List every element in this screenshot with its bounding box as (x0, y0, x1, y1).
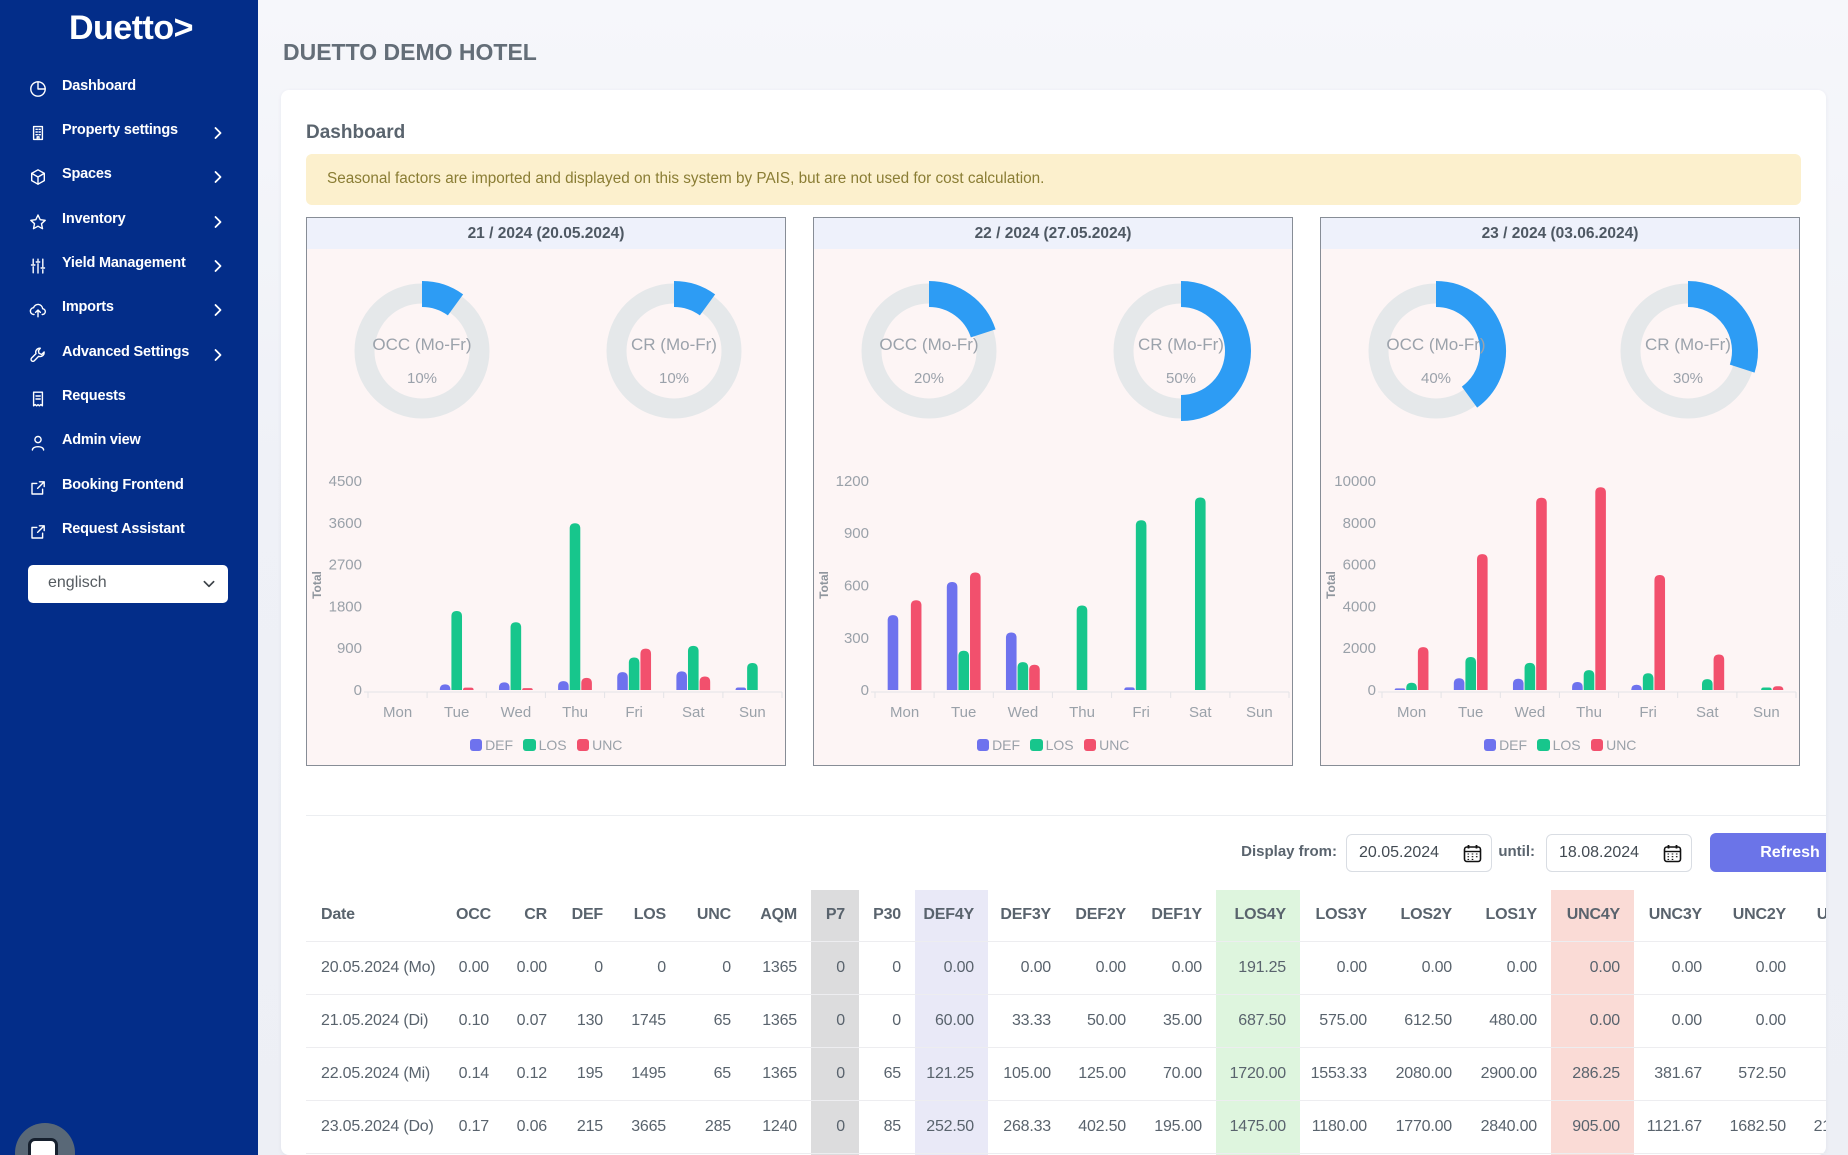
svg-text:Fri: Fri (1132, 704, 1150, 721)
svg-text:8000: 8000 (1343, 515, 1376, 532)
svg-text:3600: 3600 (329, 515, 362, 532)
svg-text:Wed: Wed (501, 704, 532, 721)
svg-text:Total: Total (1324, 571, 1338, 599)
svg-text:0: 0 (1368, 682, 1376, 699)
svg-text:2000: 2000 (1343, 640, 1376, 657)
svg-text:6000: 6000 (1343, 557, 1376, 574)
svg-text:Tue: Tue (444, 704, 469, 721)
svg-text:Tue: Tue (1458, 704, 1483, 721)
svg-text:Fri: Fri (625, 704, 643, 721)
svg-text:Wed: Wed (1515, 704, 1546, 721)
svg-text:Sat: Sat (682, 704, 705, 721)
svg-text:Mon: Mon (383, 704, 412, 721)
svg-text:Thu: Thu (1576, 704, 1602, 721)
svg-text:600: 600 (844, 578, 869, 595)
svg-text:0: 0 (861, 682, 869, 699)
svg-text:Fri: Fri (1639, 704, 1657, 721)
svg-text:Sun: Sun (739, 704, 766, 721)
svg-text:Tue: Tue (951, 704, 976, 721)
svg-text:4500: 4500 (329, 473, 362, 490)
svg-text:Sat: Sat (1696, 704, 1719, 721)
svg-text:Thu: Thu (562, 704, 588, 721)
svg-text:10000: 10000 (1334, 473, 1376, 490)
svg-text:2700: 2700 (329, 557, 362, 574)
svg-text:900: 900 (337, 640, 362, 657)
svg-text:Total: Total (817, 571, 831, 599)
svg-text:300: 300 (844, 630, 869, 647)
svg-text:Wed: Wed (1008, 704, 1039, 721)
svg-text:Mon: Mon (890, 704, 919, 721)
svg-text:1200: 1200 (836, 473, 869, 490)
svg-text:Sat: Sat (1189, 704, 1212, 721)
svg-text:Total: Total (310, 571, 324, 599)
svg-text:900: 900 (844, 525, 869, 542)
svg-text:4000: 4000 (1343, 598, 1376, 615)
svg-text:Sun: Sun (1753, 704, 1780, 721)
svg-text:Mon: Mon (1397, 704, 1426, 721)
svg-text:Sun: Sun (1246, 704, 1273, 721)
svg-text:1800: 1800 (329, 598, 362, 615)
svg-text:0: 0 (354, 682, 362, 699)
svg-text:Thu: Thu (1069, 704, 1095, 721)
